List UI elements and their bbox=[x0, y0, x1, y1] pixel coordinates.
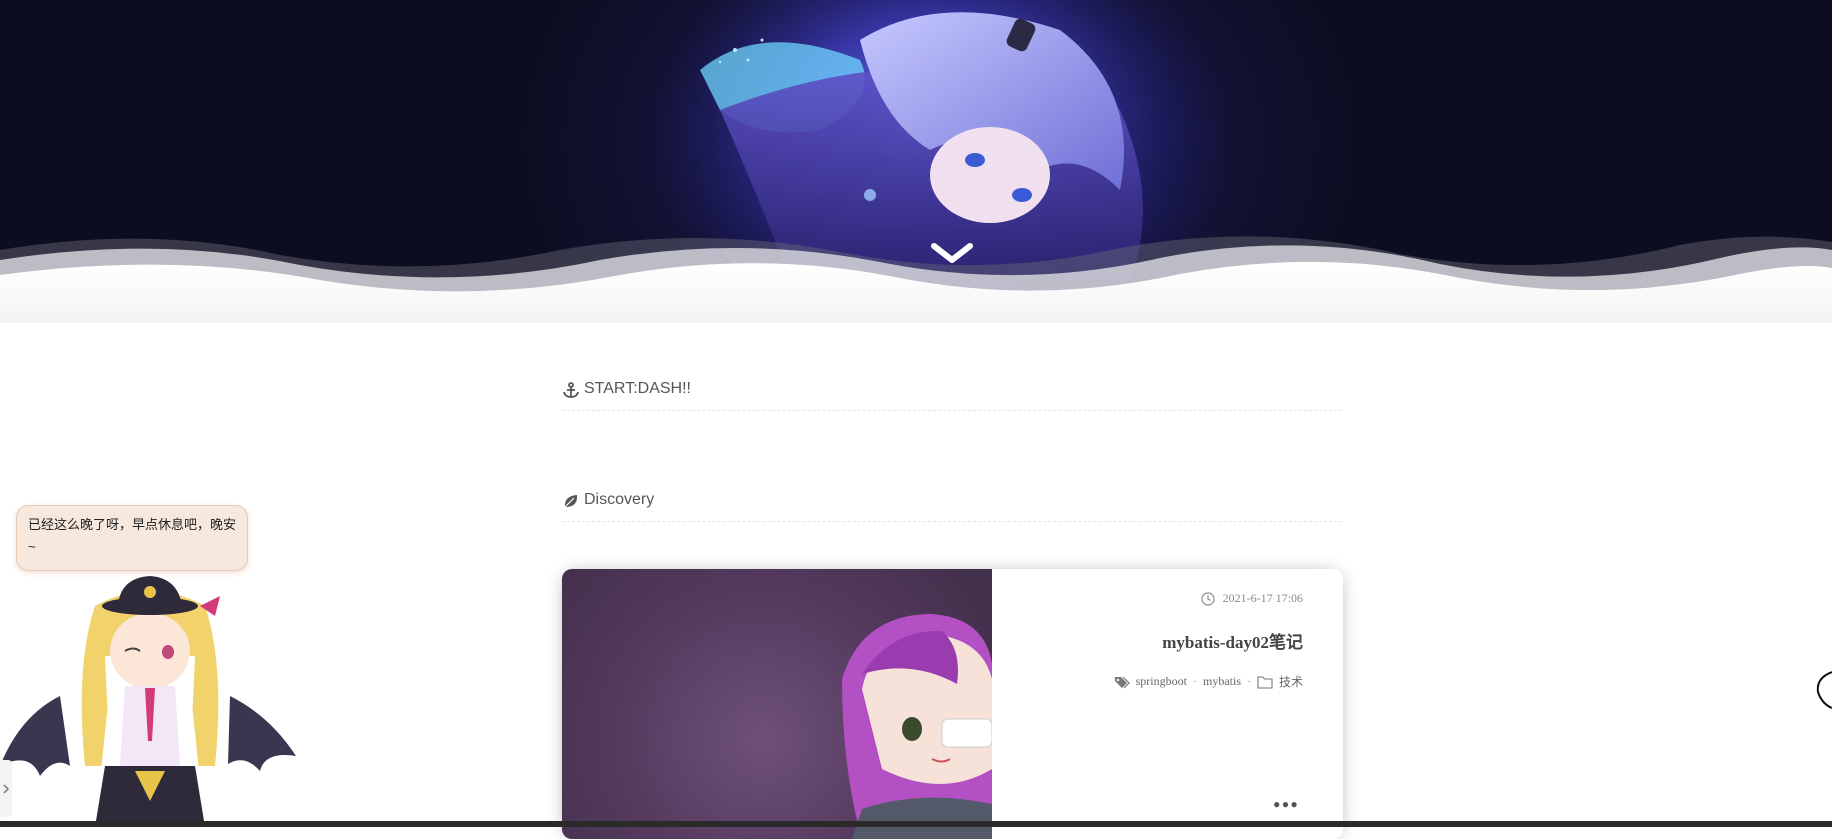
category-link[interactable]: 技术 bbox=[1279, 673, 1303, 690]
tag-link-springboot[interactable]: springboot bbox=[1136, 674, 1187, 689]
chevron-right-icon bbox=[3, 783, 10, 794]
mascot-message: 已经这么晚了呀，早点休息吧，晚安~ bbox=[28, 517, 237, 554]
post-card[interactable]: 2021-6-17 17:06 mybatis-day02笔记 springbo… bbox=[562, 569, 1343, 839]
mascot-character[interactable] bbox=[0, 566, 300, 827]
cursor-widget-icon[interactable] bbox=[1814, 668, 1832, 718]
post-thumbnail-image bbox=[842, 614, 992, 839]
hero-banner bbox=[0, 0, 1832, 323]
post-title-link[interactable]: mybatis-day02笔记 bbox=[1162, 628, 1303, 653]
section-heading-discovery: Discovery bbox=[562, 491, 1342, 522]
post-info: 2021-6-17 17:06 mybatis-day02笔记 springbo… bbox=[992, 569, 1343, 839]
section-title: Discovery bbox=[584, 491, 655, 508]
more-button[interactable]: ••• bbox=[1273, 794, 1299, 816]
chevron-down-icon[interactable] bbox=[930, 240, 974, 270]
post-meta: springboot · mybatis · 技术 bbox=[1114, 673, 1303, 690]
tag-link-mybatis[interactable]: mybatis bbox=[1203, 674, 1241, 689]
hero-wave-divider bbox=[0, 236, 1832, 323]
post-thumbnail[interactable] bbox=[562, 569, 992, 839]
meta-separator: · bbox=[1246, 674, 1251, 688]
clock-icon bbox=[1201, 591, 1215, 606]
section-heading-start-dash: START:DASH!! bbox=[562, 380, 1342, 411]
mascot-speech-bubble: 已经这么晚了呀，早点休息吧，晚安~ bbox=[16, 505, 248, 571]
sidebar-toggle[interactable] bbox=[0, 760, 12, 817]
anchor-icon bbox=[563, 382, 579, 398]
section-title: START:DASH!! bbox=[584, 380, 691, 397]
post-date-text: 2021-6-17 17:06 bbox=[1222, 591, 1303, 605]
leaf-icon bbox=[564, 495, 578, 508]
taskbar-strip bbox=[0, 821, 1832, 827]
meta-separator: · bbox=[1192, 674, 1197, 688]
folder-icon bbox=[1257, 675, 1273, 689]
tags-icon bbox=[1114, 676, 1130, 688]
post-date: 2021-6-17 17:06 bbox=[1201, 591, 1303, 606]
